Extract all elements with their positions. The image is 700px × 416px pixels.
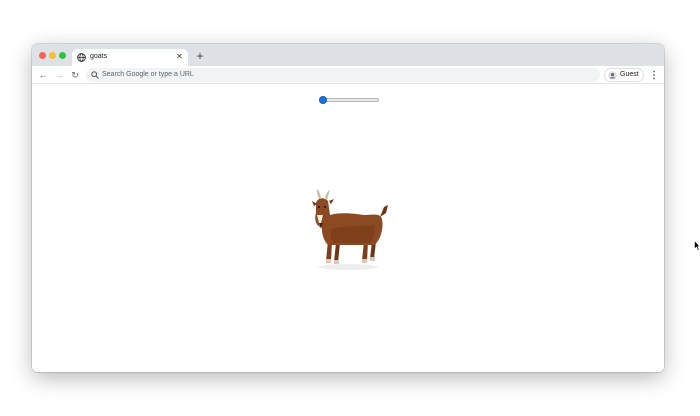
search-icon — [91, 71, 99, 79]
tab-goats[interactable]: goats ✕ — [72, 49, 188, 66]
globe-icon — [77, 53, 86, 62]
profile-label: Guest — [620, 71, 639, 78]
goat-image — [312, 189, 388, 270]
slider-track[interactable] — [319, 98, 379, 102]
address-bar-placeholder: Search Google or type a URL — [102, 71, 194, 78]
plus-icon[interactable]: + — [194, 50, 206, 62]
browser-window: goats ✕ + ← → ↻ Search Google or type a … — [32, 44, 664, 372]
page-content — [32, 85, 664, 372]
reload-icon[interactable]: ↻ — [69, 69, 81, 81]
avatar-icon — [608, 70, 617, 80]
browser-toolbar: ← → ↻ Search Google or type a URL Guest — [32, 66, 664, 84]
window-close-button[interactable] — [39, 52, 46, 59]
slider-thumb[interactable] — [319, 96, 327, 104]
tab-title: goats — [90, 53, 108, 60]
close-icon[interactable]: ✕ — [175, 52, 184, 61]
tab-strip: goats ✕ + — [32, 44, 664, 66]
range-slider[interactable] — [317, 95, 381, 105]
back-arrow-icon[interactable]: ← — [37, 69, 49, 81]
profile-button[interactable]: Guest — [604, 68, 644, 82]
kebab-menu-icon[interactable] — [650, 69, 658, 81]
mouse-cursor-icon — [694, 240, 700, 251]
window-minimize-button[interactable] — [49, 52, 56, 59]
window-maximize-button[interactable] — [59, 52, 66, 59]
forward-arrow-icon[interactable]: → — [53, 69, 65, 81]
address-bar[interactable]: Search Google or type a URL — [86, 68, 600, 82]
